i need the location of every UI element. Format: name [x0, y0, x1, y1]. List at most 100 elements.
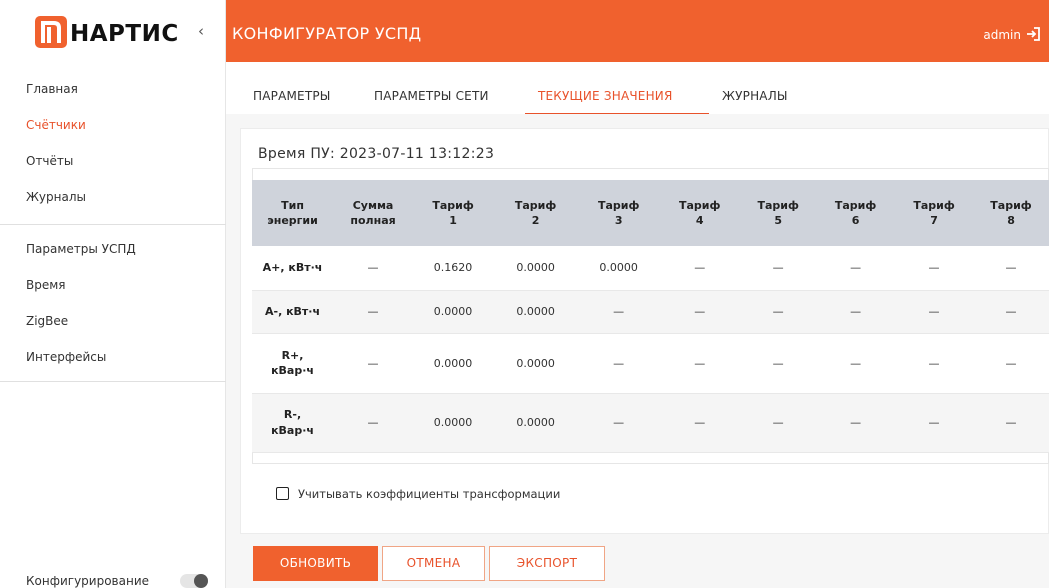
device-time: Время ПУ: 2023-07-11 13:12:23 [258, 146, 495, 162]
transform-coefficients-checkbox[interactable] [276, 487, 289, 500]
energy-type-text: кВар·ч [271, 364, 314, 377]
config-mode-label: Конфигурирование [26, 574, 149, 588]
sidebar: НАРТИС ‹ Главная Счётчики Отчёты Журналы… [0, 0, 226, 588]
column-header-text: 3 [614, 214, 623, 227]
tab-network-parameters[interactable]: ПАРАМЕТРЫ СЕТИ [374, 89, 489, 103]
column-header-text: 7 [930, 214, 938, 227]
value-cell: — [740, 393, 817, 453]
energy-type-cell: А-, кВт·ч [252, 290, 334, 334]
top-header: КОНФИГУРАТОР УСПД admin [226, 0, 1049, 62]
value-cell: — [333, 290, 414, 334]
value-cell: — [740, 333, 817, 394]
column-header: Тариф 3 [578, 180, 660, 246]
energy-type-text: R-, [283, 408, 302, 422]
page-title: КОНФИГУРАТОР УСПД [232, 24, 422, 43]
export-button[interactable]: ЭКСПОРТ [489, 546, 605, 581]
nartis-logo-icon [35, 16, 67, 48]
column-header: Тариф 6 [816, 180, 896, 246]
toggle-knob [194, 574, 208, 588]
energy-type-cell: А+, кВт·ч [252, 246, 334, 291]
column-header-text: Тариф [514, 198, 557, 212]
column-header-text: 4 [695, 214, 704, 227]
energy-type-text: кВар·ч [271, 423, 314, 437]
value-cell: — [578, 393, 660, 453]
table-row: А-, кВт·ч —0.0000 0.0000— — — — — — [252, 290, 1049, 334]
column-header-text: полная [350, 214, 396, 227]
value-cell: — [973, 290, 1049, 334]
sidebar-item-interfaces[interactable]: Интерфейсы [26, 350, 106, 364]
value-cell: — [973, 333, 1049, 394]
column-header-text: 2 [531, 214, 540, 227]
column-header-text: Тариф [678, 198, 721, 212]
value-cell: — [659, 246, 741, 291]
column-header: Тариф 1 [413, 180, 494, 246]
energy-type-cell: R+, кВар·ч [252, 333, 334, 394]
value-cell: 0.0000 [493, 393, 579, 453]
app-root: НАРТИС ‹ Главная Счётчики Отчёты Журналы… [0, 0, 1049, 588]
column-header: Тариф 4 [659, 180, 741, 246]
column-header-text: энергии [267, 214, 318, 227]
config-mode-toggle[interactable] [180, 574, 208, 588]
cancel-button[interactable]: ОТМЕНА [382, 546, 485, 581]
tab-bar: ПАРАМЕТРЫ ПАРАМЕТРЫ СЕТИ ТЕКУЩИЕ ЗНАЧЕНИ… [226, 62, 1049, 115]
tab-journals[interactable]: ЖУРНАЛЫ [722, 89, 788, 103]
column-header-text: Тариф [834, 198, 877, 212]
value-cell: — [740, 246, 817, 291]
value-cell: — [816, 290, 896, 334]
column-header-text: 8 [1007, 214, 1015, 227]
sidebar-item-zigbee[interactable]: ZigBee [26, 314, 68, 328]
value-cell: — [973, 393, 1049, 453]
sidebar-item-reports[interactable]: Отчёты [26, 154, 73, 168]
column-header: Тип энергии [252, 180, 334, 246]
table-row: R+, кВар·ч —0.0000 0.0000— — — — — — [252, 333, 1049, 394]
sidebar-item-time[interactable]: Время [26, 278, 66, 292]
column-header: Тариф 8 [973, 180, 1049, 246]
column-header-text: 1 [449, 214, 457, 227]
value-cell: — [333, 393, 414, 453]
sidebar-item-meters[interactable]: Счётчики [26, 118, 86, 132]
column-header: Сумма полная [333, 180, 414, 246]
value-cell: — [895, 333, 974, 394]
value-cell: — [333, 246, 414, 291]
value-cell: — [659, 290, 741, 334]
value-cell: — [816, 246, 896, 291]
sidebar-item-uspd-params[interactable]: Параметры УСПД [26, 242, 136, 256]
value-cell: — [816, 393, 896, 453]
sidebar-divider [0, 381, 226, 382]
tab-current-values[interactable]: ТЕКУЩИЕ ЗНАЧЕНИЯ [538, 89, 673, 103]
column-header-text: Тариф [913, 198, 955, 212]
column-header-text: Сумма [352, 198, 394, 212]
value-cell: 0.1620 [413, 246, 494, 291]
value-cell: 0.0000 [413, 333, 494, 394]
user-name: admin [983, 28, 1021, 42]
value-cell: 0.0000 [413, 290, 494, 334]
tab-parameters[interactable]: ПАРАМЕТРЫ [253, 89, 331, 103]
value-cell: — [659, 333, 741, 394]
current-values-table: Тип энергии Сумма полная Тариф 1 Тариф 2 Тариф 3 Т… [252, 180, 1049, 453]
column-header-text: 6 [851, 214, 860, 227]
energy-type-text: А+, кВт·ч [262, 261, 323, 275]
value-cell: 0.0000 [578, 246, 660, 291]
value-cell: — [740, 290, 817, 334]
column-header-text: Тип [281, 198, 304, 212]
sidebar-divider [0, 224, 226, 225]
column-header-text: 5 [774, 214, 782, 227]
value-cell: — [578, 290, 660, 334]
table-row: R-, кВар·ч —0.0000 0.0000— — — — — — [252, 393, 1049, 453]
refresh-button[interactable]: ОБНОВИТЬ [253, 546, 378, 581]
column-header-text: Тариф [757, 198, 799, 212]
collapse-sidebar-chevron-icon[interactable]: ‹ [198, 22, 204, 40]
value-cell: — [895, 290, 974, 334]
energy-type-text: А-, кВт·ч [264, 304, 321, 318]
value-cell: 0.0000 [413, 393, 494, 453]
value-cell: — [333, 333, 414, 394]
sidebar-item-home[interactable]: Главная [26, 82, 78, 96]
value-cell: — [973, 246, 1049, 291]
sidebar-item-journals[interactable]: Журналы [26, 190, 86, 204]
column-header-text: Тариф [990, 198, 1032, 212]
column-header-text: Тариф [432, 198, 474, 212]
column-header: Тариф 5 [740, 180, 817, 246]
value-cell: 0.0000 [493, 246, 579, 291]
logout-icon[interactable] [1025, 26, 1041, 42]
column-header-text: Тариф [597, 198, 640, 212]
